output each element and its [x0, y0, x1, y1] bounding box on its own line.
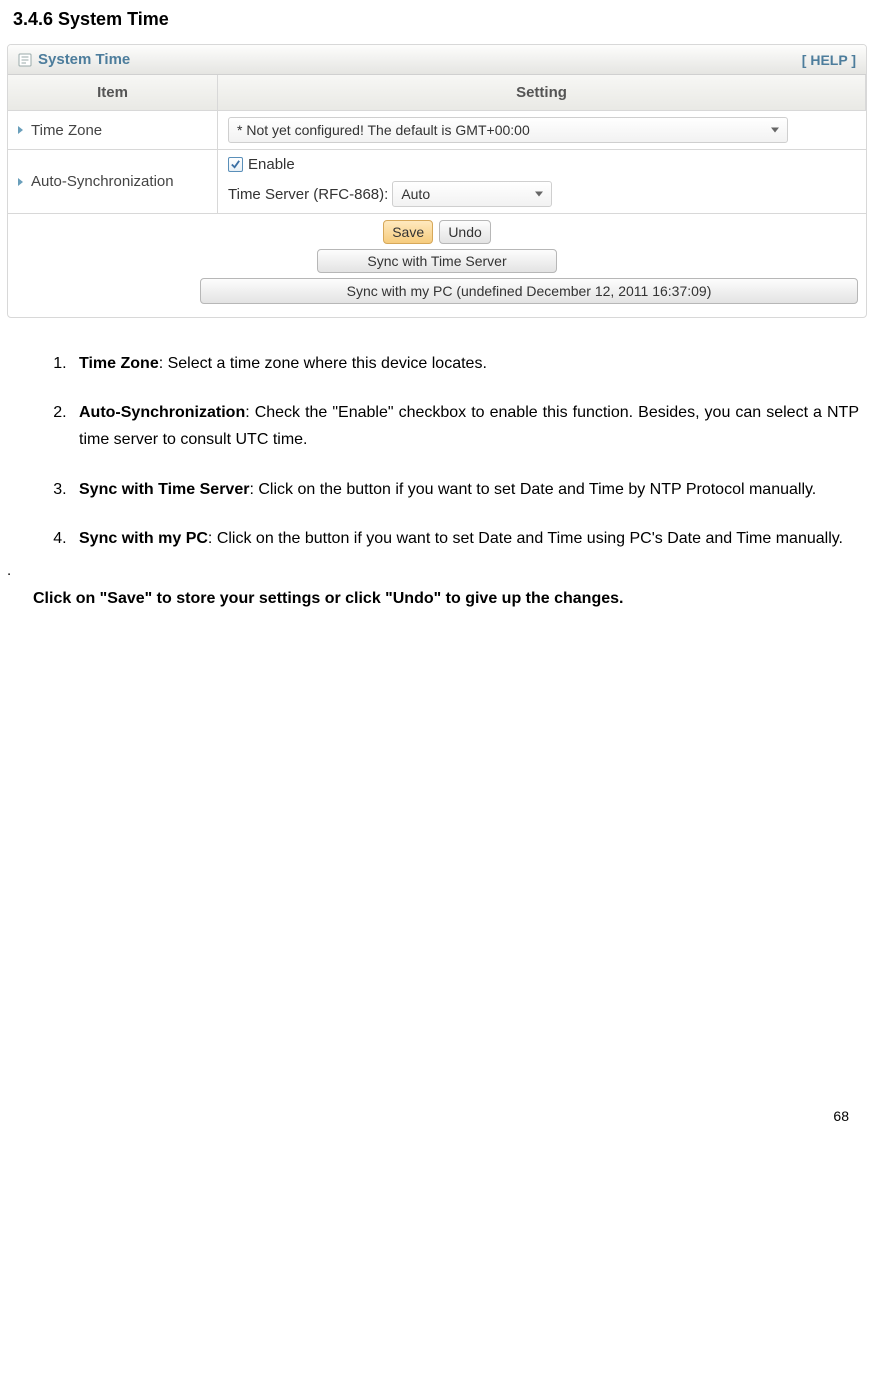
column-header-setting: Setting — [218, 75, 866, 111]
chevron-down-icon — [535, 192, 543, 197]
row-value-timezone: * Not yet configured! The default is GMT… — [218, 111, 866, 150]
time-server-value: Auto — [401, 186, 430, 202]
instructions-block: Time Zone: Select a time zone where this… — [5, 318, 869, 568]
instruction-item-1: Time Zone: Select a time zone where this… — [71, 344, 859, 393]
instruction-bold: Time Zone — [79, 355, 159, 372]
instruction-item-3: Sync with Time Server: Click on the butt… — [71, 470, 859, 519]
instruction-text: : Click on the button if you want to set… — [208, 530, 843, 547]
page-number: 68 — [5, 608, 869, 1132]
chevron-down-icon — [771, 128, 779, 133]
column-header-item: Item — [8, 75, 218, 111]
panel-icon — [18, 53, 32, 67]
system-time-panel: System Time [ HELP ] Item Setting Time Z… — [7, 44, 867, 318]
instruction-item-4: Sync with my PC: Click on the button if … — [71, 519, 859, 568]
caret-icon — [18, 178, 23, 186]
enable-label: Enable — [248, 156, 295, 173]
time-server-label: Time Server (RFC-868): — [228, 186, 388, 203]
closing-note: Click on "Save" to store your settings o… — [5, 574, 869, 608]
row-label-timezone: Time Zone — [8, 111, 218, 150]
panel-header: System Time [ HELP ] — [8, 45, 866, 75]
instruction-bold: Auto-Synchronization — [79, 404, 245, 421]
enable-checkbox[interactable] — [228, 157, 243, 172]
help-link[interactable]: [ HELP ] — [802, 52, 856, 68]
panel-title: System Time — [38, 51, 802, 68]
timezone-label: Time Zone — [31, 122, 102, 139]
row-value-autosync: Enable Time Server (RFC-868): Auto — [218, 150, 866, 214]
sync-pc-button[interactable]: Sync with my PC (undefined December 12, … — [200, 278, 858, 304]
timezone-select[interactable]: * Not yet configured! The default is GMT… — [228, 117, 788, 143]
instruction-text: : Click on the button if you want to set… — [249, 481, 816, 498]
autosync-label: Auto-Synchronization — [31, 173, 174, 190]
caret-icon — [18, 126, 23, 134]
row-label-autosync: Auto-Synchronization — [8, 150, 218, 214]
instruction-item-2: Auto-Synchronization: Check the "Enable"… — [71, 393, 859, 469]
section-heading: 3.4.6 System Time — [5, 5, 869, 44]
timezone-select-value: * Not yet configured! The default is GMT… — [237, 122, 530, 138]
instruction-bold: Sync with Time Server — [79, 481, 249, 498]
sync-server-button[interactable]: Sync with Time Server — [317, 249, 557, 273]
instruction-bold: Sync with my PC — [79, 530, 208, 547]
action-area: Save Undo Sync with Time Server Sync wit… — [8, 214, 866, 317]
instruction-text: : Select a time zone where this device l… — [159, 355, 487, 372]
save-button[interactable]: Save — [383, 220, 433, 244]
undo-button[interactable]: Undo — [439, 220, 490, 244]
time-server-select[interactable]: Auto — [392, 181, 552, 207]
